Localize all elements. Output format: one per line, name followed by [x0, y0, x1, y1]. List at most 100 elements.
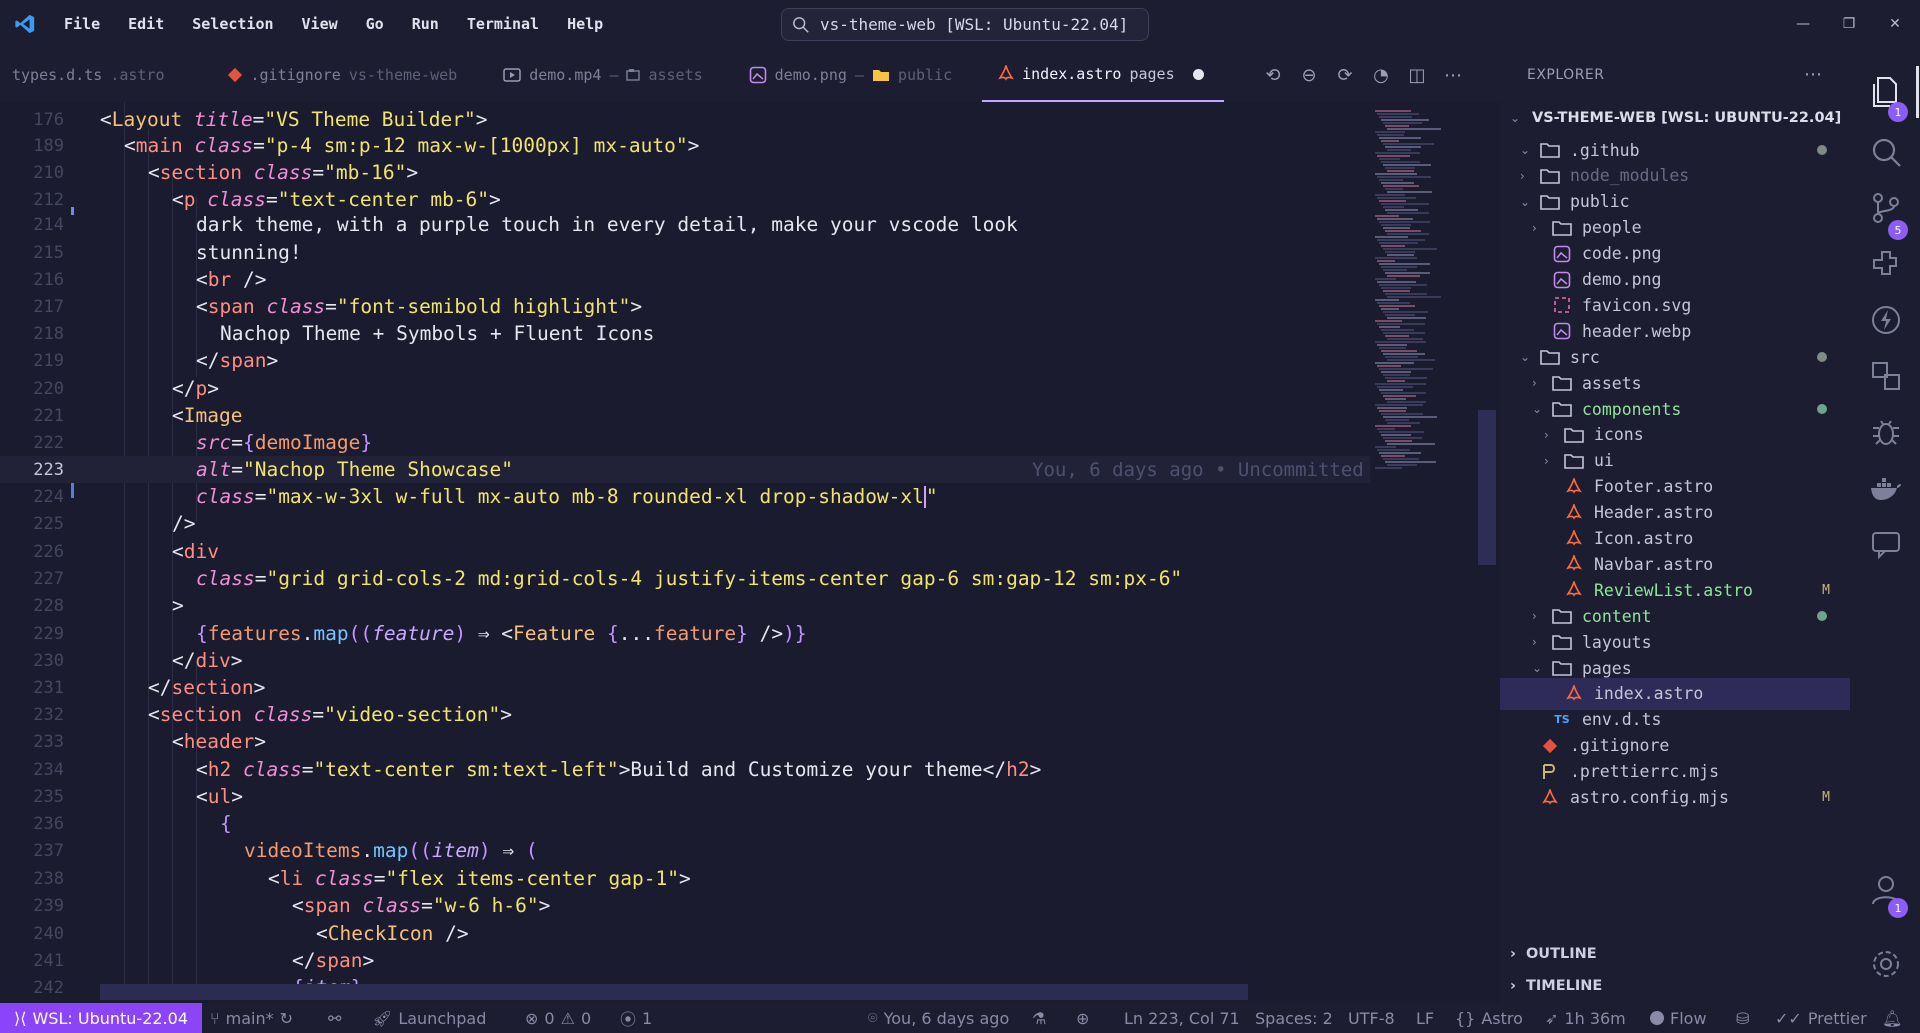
code-line[interactable]: 176 <Layout title="VS Theme Builder">: [0, 106, 1372, 133]
remote-indicator[interactable]: ⟩⟨ WSL: Ubuntu-22.04: [0, 1003, 202, 1033]
code-line[interactable]: 241 </span>: [0, 947, 1372, 974]
chevron-right-icon: ›: [1532, 376, 1537, 391]
code-line[interactable]: 220 </p>: [0, 375, 1372, 402]
prettier-indicator[interactable]: ✓✓ Prettier: [1775, 1003, 1867, 1033]
debug-icon[interactable]: [1866, 412, 1906, 452]
go-forward-icon[interactable]: ⟳: [1334, 65, 1356, 86]
code-line[interactable]: 223 alt="Nachop Theme Showcase" You, 6 day…: [0, 456, 1372, 483]
sync-icon[interactable]: ↻: [280, 1009, 293, 1028]
code-line[interactable]: 229 {features.map((feature) ⇒ <Feature {.…: [0, 620, 1372, 647]
code-line[interactable]: 214 dark theme, with a purple touch in ev…: [0, 211, 1372, 238]
vscode-logo-icon[interactable]: [0, 0, 50, 48]
extensions-icon[interactable]: [1866, 244, 1906, 284]
svg-icon: [1552, 296, 1572, 314]
code-line[interactable]: 239 <span class="w-6 h-6">: [0, 892, 1372, 919]
git-graph-icon[interactable]: ⚯: [328, 1003, 341, 1033]
session-time[interactable]: ➶ 1h 36m: [1545, 1003, 1626, 1033]
notifications-bell-icon[interactable]: 🔔︎: [1882, 1003, 1902, 1033]
minimize-button[interactable]: —: [1780, 0, 1826, 48]
menu-run[interactable]: Run: [398, 0, 453, 48]
flow-indicator[interactable]: Flow: [1650, 1003, 1707, 1033]
search-icon[interactable]: [1866, 132, 1906, 172]
code-line[interactable]: 228 >: [0, 592, 1372, 619]
timeline-icon[interactable]: ◔: [1370, 65, 1392, 86]
code-line[interactable]: 234 <h2 class="text-center sm:text-left">…: [0, 756, 1372, 783]
code-line[interactable]: 215 stunning!: [0, 239, 1372, 266]
go-back-icon[interactable]: ⟲: [1262, 65, 1284, 86]
ports-indicator[interactable]: ⦿ 1: [620, 1003, 652, 1033]
code-editor[interactable]: 176 <Layout title="VS Theme Builder"> 189 <…: [0, 102, 1372, 1000]
code-line[interactable]: 240 <CheckIcon />: [0, 920, 1372, 947]
tab-demo-png[interactable]: demo.png – public: [733, 48, 968, 102]
outline-section[interactable]: › OUTLINE: [1500, 938, 1852, 970]
code-line[interactable]: 224 class="max-w-3xl w-full mx-auto mb-8 …: [0, 483, 1372, 510]
explorer-root[interactable]: ⌄ VS-THEME-WEB [WSL: UBUNTU-22.04]: [1500, 102, 1852, 134]
code-line[interactable]: 226 <div: [0, 538, 1372, 565]
more-actions-icon[interactable]: ⋯: [1442, 65, 1464, 86]
menu-file[interactable]: File: [50, 0, 114, 48]
code-text: <span class="w-6 h-6">: [292, 894, 551, 917]
zoom-icon[interactable]: ⊕: [1076, 1003, 1089, 1033]
tab-gitignore[interactable]: .gitignore vs-theme-web: [211, 48, 474, 102]
code-line[interactable]: 219 </span>: [0, 347, 1372, 374]
code-line[interactable]: 233 <header>: [0, 728, 1372, 755]
end-of-line[interactable]: LF: [1416, 1003, 1434, 1033]
lightning-icon[interactable]: [1866, 300, 1906, 340]
split-editor-icon[interactable]: ◫: [1406, 65, 1428, 86]
code-line[interactable]: 222 src={demoImage}: [0, 429, 1372, 456]
code-line[interactable]: 212 <p class="text-center mb-6">: [0, 186, 1372, 213]
code-line[interactable]: 231 </section>: [0, 674, 1372, 701]
branch-indicator[interactable]: ⑂ main* ↻: [210, 1003, 293, 1033]
cursor-position[interactable]: Ln 223, Col 71: [1124, 1003, 1240, 1033]
indentation[interactable]: Spaces: 2: [1255, 1003, 1333, 1033]
maximize-button[interactable]: ❐: [1826, 0, 1872, 48]
more-actions-icon[interactable]: ⋯: [1804, 64, 1822, 85]
code-line[interactable]: 235 <ul>: [0, 783, 1372, 810]
tab-demo-mp4[interactable]: demo.mp4 – assets: [487, 48, 718, 102]
timeline-section[interactable]: › TIMELINE: [1500, 970, 1852, 1002]
chat-icon[interactable]: [1866, 524, 1906, 564]
launchpad-item[interactable]: 🚀︎ Launchpad: [372, 1003, 486, 1033]
encoding[interactable]: UTF-8: [1348, 1003, 1395, 1033]
language-mode[interactable]: {} Astro: [1455, 1003, 1523, 1033]
tree-file[interactable]: astro.config.mjs M: [1500, 782, 1852, 814]
menu-go[interactable]: Go: [352, 0, 398, 48]
code-text: <header>: [172, 730, 266, 753]
git-compare-icon[interactable]: ⊖: [1298, 65, 1320, 86]
tab-index-astro[interactable]: index.astro pages: [982, 48, 1224, 102]
settings-gear-icon[interactable]: [1866, 944, 1906, 984]
command-center[interactable]: vs-theme-web [WSL: Ubuntu-22.04]: [781, 8, 1149, 41]
folder-icon: [1552, 374, 1572, 392]
menu-help[interactable]: Help: [553, 0, 617, 48]
vertical-scrollbar[interactable]: [1478, 410, 1496, 565]
tab-types-d-ts[interactable]: types.d.ts .astro: [0, 48, 181, 102]
code-line[interactable]: 210 <section class="mb-16">: [0, 159, 1372, 186]
code-line[interactable]: 225 />: [0, 510, 1372, 537]
code-line[interactable]: 238 <li class="flex items-center gap-1">: [0, 865, 1372, 892]
menu-edit[interactable]: Edit: [114, 0, 178, 48]
code-line[interactable]: 236 {: [0, 810, 1372, 837]
menu-selection[interactable]: Selection: [178, 0, 287, 48]
code-line[interactable]: 216 <br />: [0, 266, 1372, 293]
code-line[interactable]: 217 <span class="font-semibold highlight"…: [0, 293, 1372, 320]
code-line[interactable]: 221 <Image: [0, 402, 1372, 429]
docker-icon[interactable]: [1866, 468, 1906, 508]
menu-terminal[interactable]: Terminal: [453, 0, 553, 48]
horizontal-scrollbar[interactable]: [100, 984, 1248, 1000]
database-icon[interactable]: ⛁: [1736, 1003, 1749, 1033]
blame-indicator[interactable]: ⌾ You, 6 days ago: [868, 1003, 1009, 1033]
close-button[interactable]: ✕: [1872, 0, 1918, 48]
menu-view[interactable]: View: [288, 0, 352, 48]
code-text: </span>: [292, 949, 375, 972]
code-line[interactable]: 227 class="grid grid-cols-2 md:grid-cols-…: [0, 565, 1372, 592]
copilot-icon[interactable]: ⚗: [1032, 1003, 1046, 1033]
problems-indicator[interactable]: ⊗ 0 ⚠ 0: [525, 1003, 591, 1033]
code-line[interactable]: 189 <main class="p-4 sm:p-12 max-w-[1000p…: [0, 132, 1372, 159]
unsaved-dot-icon[interactable]: [1192, 68, 1204, 80]
code-line[interactable]: 218 Nachop Theme + Symbols + Fluent Icons: [0, 320, 1372, 347]
code-line[interactable]: 232 <section class="video-section">: [0, 701, 1372, 728]
minimap[interactable]: [1370, 102, 1482, 1000]
code-line[interactable]: 230 </div>: [0, 647, 1372, 674]
remote-explorer-icon[interactable]: [1866, 356, 1906, 396]
code-line[interactable]: 237 videoItems.map((item) ⇒ (: [0, 837, 1372, 864]
